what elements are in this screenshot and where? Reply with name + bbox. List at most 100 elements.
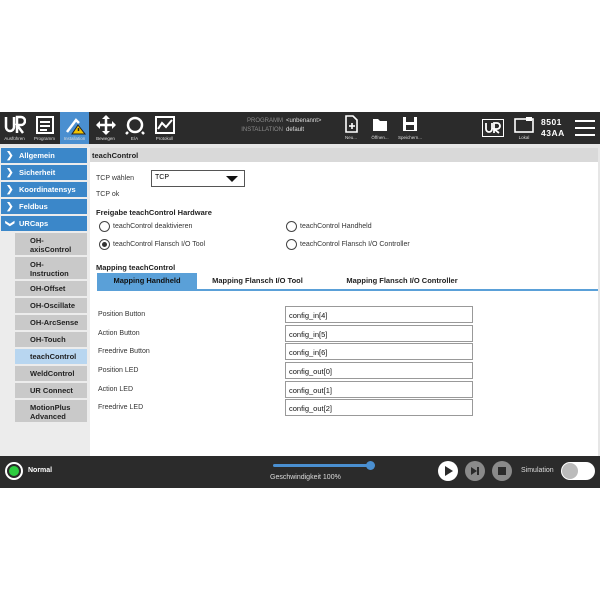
footer-bar: Normal Geschwindigkeit 100% Simulation <box>0 456 600 488</box>
mapping-field-position-led[interactable]: config_out[0] <box>285 362 473 379</box>
ur-logo-icon <box>482 119 504 137</box>
io-icon <box>124 116 145 135</box>
sidebar-item-koordinatensys[interactable]: ❯ Koordinatensys <box>1 182 87 197</box>
radio-handheld[interactable]: teachControl Handheld <box>286 221 372 232</box>
program-icon <box>35 116 54 134</box>
polyscope-screen: Ausführen Programm Installation Bewegen … <box>0 112 600 488</box>
chevron-down-icon: ❯ <box>5 219 16 228</box>
local-mode-button[interactable]: Lokal <box>510 112 538 144</box>
mapping-label-position-led: Position LED <box>98 367 139 374</box>
new-file-icon <box>345 115 358 133</box>
installation-tab-label: Installation <box>63 136 86 141</box>
mapping-field-position-button[interactable]: config_in[4] <box>285 306 473 323</box>
main-panel: teachControl TCP wählen TCP TCP ok Freig… <box>90 148 598 456</box>
step-button[interactable] <box>465 461 485 481</box>
log-tab[interactable]: Protokoll <box>150 112 179 144</box>
urcap-oh-arcsense[interactable]: OH-ArcSense <box>15 315 87 330</box>
hamburger-menu-icon[interactable] <box>575 120 595 136</box>
run-tab-label: Ausführen <box>4 136 25 141</box>
speed-slider-track[interactable] <box>273 464 371 467</box>
program-key: PROGRAMM <box>247 118 283 124</box>
radio-label: teachControl Flansch I/O Tool <box>113 241 206 248</box>
urcap-ur-connect[interactable]: UR Connect <box>15 383 87 398</box>
sidebar-item-urcaps[interactable]: ❯ URCaps <box>1 216 87 231</box>
mapping-field-freedrive-button[interactable]: config_in[6] <box>285 343 473 360</box>
chevron-right-icon: ❯ <box>6 167 14 177</box>
mapping-tabs: Mapping Handheld Mapping Flansch I/O Too… <box>97 273 507 289</box>
urcap-weldcontrol[interactable]: WeldControl <box>15 366 87 381</box>
mapping-field-action-button[interactable]: config_in[5] <box>285 325 473 342</box>
local-mode-icon <box>514 117 534 133</box>
radio-deactivate[interactable]: teachControl deaktivieren <box>99 221 192 232</box>
radio-circle-icon <box>99 239 110 250</box>
local-mode-label: Lokal <box>518 135 530 140</box>
tab-mapping-handheld[interactable]: Mapping Handheld <box>97 273 197 289</box>
sidebar-item-feldbus[interactable]: ❯ Feldbus <box>1 199 87 214</box>
radio-circle-icon <box>99 221 110 232</box>
radio-flange-tool[interactable]: teachControl Flansch I/O Tool <box>99 239 205 250</box>
log-icon <box>154 116 175 134</box>
mapping-field-freedrive-led[interactable]: config_out[2] <box>285 399 473 416</box>
io-tab-label: E/A <box>130 136 139 141</box>
status-indicator-icon[interactable] <box>5 462 23 480</box>
sidebar-item-label: Sicherheit <box>19 168 56 177</box>
tcp-dropdown[interactable]: TCP <box>151 170 245 187</box>
program-tab[interactable]: Programm <box>30 112 59 144</box>
sidebar-item-label: Allgemein <box>19 151 55 160</box>
simulation-toggle[interactable] <box>561 462 595 480</box>
tcp-select-label: TCP wählen <box>96 175 135 182</box>
radio-circle-icon <box>286 221 297 232</box>
radio-circle-icon <box>286 239 297 250</box>
tab-mapping-flange-tool[interactable]: Mapping Flansch I/O Tool <box>200 273 315 289</box>
speed-slider-handle[interactable] <box>366 461 375 470</box>
program-tab-label: Programm <box>33 136 55 141</box>
move-tab[interactable]: Bewegen <box>91 112 120 144</box>
move-icon <box>95 115 116 135</box>
radio-label: teachControl Flansch I/O Controller <box>300 241 410 248</box>
tcp-status: TCP ok <box>96 191 120 198</box>
mapping-label-position-button: Position Button <box>98 311 146 318</box>
mapping-label-action-led: Action LED <box>98 386 134 393</box>
log-tab-label: Protokoll <box>155 136 174 141</box>
urcap-teachcontrol[interactable]: teachControl <box>15 349 87 364</box>
hardware-heading: Freigabe teachControl Hardware <box>96 208 212 217</box>
sidebar-item-allgemein[interactable]: ❯ Allgemein <box>1 148 87 163</box>
tab-underline <box>97 289 598 291</box>
robot-status-text: Normal <box>28 467 53 474</box>
ur-logo-icon <box>4 115 26 134</box>
urcap-oh-instruction[interactable]: OH- Instruction <box>15 257 87 279</box>
sidebar: ❯ Allgemein ❯ Sicherheit ❯ Koordinatensy… <box>0 147 90 457</box>
serial-line-1: 8501 <box>541 117 562 127</box>
simulation-label: Simulation <box>521 467 554 474</box>
program-value: <unbenannt> <box>286 118 322 124</box>
run-tab[interactable]: Ausführen <box>0 112 29 144</box>
new-button[interactable]: Neu... <box>338 112 364 144</box>
play-button[interactable] <box>438 461 458 481</box>
io-tab[interactable]: E/A <box>120 112 149 144</box>
save-button[interactable]: Speichern... <box>397 112 423 144</box>
robot-serial: 8501 43AA <box>541 117 565 139</box>
chevron-right-icon: ❯ <box>6 150 14 160</box>
speed-label: Geschwindigkeit 100% <box>270 474 341 481</box>
installation-icon <box>65 118 86 135</box>
radio-flange-controller[interactable]: teachControl Flansch I/O Controller <box>286 239 410 250</box>
save-icon <box>403 117 417 131</box>
open-button[interactable]: Öffnen... <box>367 112 393 144</box>
tcp-dropdown-value: TCP <box>155 174 169 181</box>
installation-value: default <box>286 127 305 133</box>
urcap-oh-offset[interactable]: OH-Offset <box>15 281 87 296</box>
urcap-oh-axiscontrol[interactable]: OH- axisControl <box>15 233 87 255</box>
mapping-field-action-led[interactable]: config_out[1] <box>285 381 473 398</box>
chevron-down-icon <box>226 176 238 182</box>
tab-mapping-flange-controller[interactable]: Mapping Flansch I/O Controller <box>327 273 477 289</box>
urcap-oh-touch[interactable]: OH-Touch <box>15 332 87 347</box>
mapping-label-action-button: Action Button <box>98 330 140 337</box>
urcap-oh-oscillate[interactable]: OH-Oscillate <box>15 298 87 313</box>
top-bar: Ausführen Programm Installation Bewegen … <box>0 112 600 144</box>
sidebar-item-sicherheit[interactable]: ❯ Sicherheit <box>1 165 87 180</box>
urcap-motionplus-advanced[interactable]: MotionPlus Advanced <box>15 400 87 422</box>
stop-button[interactable] <box>492 461 512 481</box>
folder-open-icon <box>373 119 387 131</box>
installation-tab[interactable]: Installation <box>60 112 89 144</box>
open-button-label: Öffnen... <box>371 135 389 140</box>
